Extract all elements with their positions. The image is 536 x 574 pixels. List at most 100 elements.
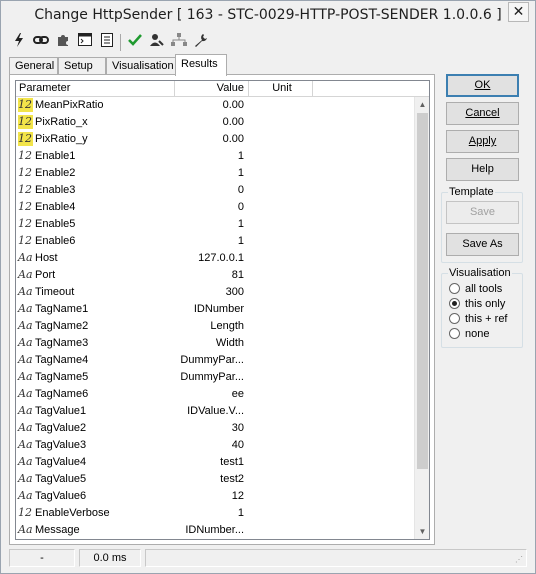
text-type-icon: Aa	[18, 302, 33, 315]
table-row[interactable]: Aa TagName6 ee	[16, 386, 414, 403]
visualisation-option-label: all tools	[465, 283, 503, 295]
table-row[interactable]: Aa TagName5 DummyPar...	[16, 369, 414, 386]
parameter-name: TagValue4	[35, 456, 87, 468]
text-type-icon: Aa	[18, 489, 33, 502]
text-type-icon: Aa	[18, 523, 33, 536]
table-row[interactable]: Aa TagValue1 IDValue.V...	[16, 403, 414, 420]
table-row[interactable]: Aa TagValue4 test1	[16, 454, 414, 471]
visualisation-group-title: Visualisation	[448, 266, 512, 280]
table-row[interactable]: Aa TagValue6 12	[16, 488, 414, 505]
table-row[interactable]: Aa TagValue2 30	[16, 420, 414, 437]
cancel-button[interactable]: Cancel	[446, 102, 519, 125]
table-row[interactable]: Aa Timeout 300	[16, 284, 414, 301]
resize-grip-icon[interactable]: ⋰	[515, 555, 525, 565]
visualisation-option[interactable]: none	[449, 327, 489, 342]
column-header-unit[interactable]: Unit	[249, 81, 313, 97]
lightning-icon[interactable]	[10, 33, 28, 51]
scroll-up-icon[interactable]: ▲	[415, 97, 429, 112]
table-row[interactable]: 12 PixRatio_y 0.00	[16, 131, 414, 148]
table-row[interactable]: 12 MeanPixRatio 0.00	[16, 97, 414, 114]
save-button[interactable]: Save	[446, 201, 519, 224]
numeric-type-icon: 12	[18, 166, 32, 179]
save-as-button[interactable]: Save As	[446, 233, 519, 256]
table-row[interactable]: Aa Host 127.0.0.1	[16, 250, 414, 267]
column-header-parameter[interactable]: Parameter	[16, 81, 175, 97]
close-button[interactable]: ✕	[508, 2, 529, 22]
status-bar: - 0.0 ms ⋰	[9, 549, 527, 567]
visualisation-option-label: this + ref	[465, 313, 508, 325]
table-row[interactable]: Aa TagName2 Length	[16, 318, 414, 335]
parameter-name: Enable6	[35, 235, 76, 247]
table-row[interactable]: 12 Enable3 0	[16, 182, 414, 199]
text-type-icon: Aa	[18, 251, 33, 264]
radio-icon[interactable]	[449, 313, 460, 324]
parameter-value: Length	[210, 320, 244, 332]
chain-link-icon[interactable]	[32, 33, 50, 51]
text-type-icon: Aa	[18, 421, 33, 434]
visualisation-option[interactable]: this + ref	[449, 312, 508, 327]
table-row[interactable]: 12 Enable5 1	[16, 216, 414, 233]
table-row[interactable]: 12 Enable1 1	[16, 148, 414, 165]
result-rows: 12 MeanPixRatio 0.00 12 PixRatio_x 0.00 12 PixR…	[16, 97, 414, 539]
scroll-down-icon[interactable]: ▼	[415, 524, 429, 539]
parameter-name: Enable1	[35, 150, 76, 162]
parameter-value: IDNumber...	[185, 524, 244, 536]
checkmark-icon[interactable]	[126, 33, 144, 51]
dialog-window: Change HttpSender [ 163 - STC-0029-HTTP-…	[0, 0, 536, 574]
radio-icon[interactable]	[449, 283, 460, 294]
network-icon[interactable]	[170, 33, 188, 51]
tab-strip: General Setup Visualisation Results	[9, 54, 429, 76]
table-row[interactable]: Aa Port 81	[16, 267, 414, 284]
apply-button-label: Apply	[468, 135, 497, 147]
help-button[interactable]: Help	[446, 158, 519, 181]
parameter-name: TagValue2	[35, 422, 87, 434]
parameter-value: 0.00	[222, 99, 244, 111]
console-icon[interactable]	[76, 33, 94, 51]
results-list[interactable]: Parameter Value Unit 12 MeanPixRatio 0.00 1…	[15, 80, 430, 540]
table-row[interactable]: Aa TagValue3 40	[16, 437, 414, 454]
parameter-value: 300	[225, 286, 244, 298]
results-panel: Parameter Value Unit 12 MeanPixRatio 0.00 1…	[9, 74, 435, 545]
table-row[interactable]: Aa TagValue5 test2	[16, 471, 414, 488]
cancel-button-label: Cancel	[465, 107, 500, 119]
parameter-value: 0.00	[222, 116, 244, 128]
visualisation-option[interactable]: all tools	[449, 282, 502, 297]
parameter-value: DummyPar...	[180, 371, 244, 383]
table-row[interactable]: Aa Message IDNumber...	[16, 522, 414, 539]
parameter-value: IDNumber	[193, 303, 244, 315]
tab-results[interactable]: Results	[175, 54, 227, 76]
scroll-thumb[interactable]	[417, 113, 428, 469]
numeric-type-icon: 12	[18, 200, 32, 213]
text-type-icon: Aa	[18, 455, 33, 468]
wrench-icon[interactable]	[192, 33, 210, 51]
table-row[interactable]: 12 PixRatio_x 0.00	[16, 114, 414, 131]
numeric-type-icon: 12	[18, 217, 32, 230]
numeric-type-icon: 12	[18, 234, 32, 247]
parameter-name: TagName2	[35, 320, 89, 332]
apply-button[interactable]: Apply	[446, 130, 519, 153]
visualisation-group: Visualisation all tools this only this + r…	[441, 266, 523, 348]
user-key-icon[interactable]	[148, 33, 166, 51]
table-row[interactable]: 12 EnableVerbose 1	[16, 505, 414, 522]
radio-icon[interactable]	[449, 328, 460, 339]
visualisation-option-label: none	[465, 328, 490, 340]
puzzle-icon[interactable]	[54, 33, 72, 51]
notes-icon[interactable]	[98, 33, 116, 51]
column-header-value[interactable]: Value	[175, 81, 249, 97]
table-row[interactable]: 12 Enable2 1	[16, 165, 414, 182]
table-row[interactable]: 12 Enable4 0	[16, 199, 414, 216]
table-row[interactable]: Aa TagName1 IDNumber	[16, 301, 414, 318]
table-row[interactable]: Aa TagName3 Width	[16, 335, 414, 352]
vertical-scrollbar[interactable]: ▲ ▼	[414, 97, 429, 539]
numeric-type-icon: 12	[18, 149, 32, 162]
table-row[interactable]: 12 Enable6 1	[16, 233, 414, 250]
visualisation-option[interactable]: this only	[449, 297, 505, 312]
table-row[interactable]: Aa TagName4 DummyPar...	[16, 352, 414, 369]
ok-button[interactable]: OK	[446, 74, 519, 97]
parameter-name: TagValue5	[35, 473, 87, 485]
numeric-type-icon: 12	[18, 132, 33, 146]
parameter-value: 30	[231, 422, 244, 434]
ok-button-label: OK	[474, 79, 491, 91]
parameter-name: TagName5	[35, 371, 89, 383]
radio-icon[interactable]	[449, 298, 460, 309]
